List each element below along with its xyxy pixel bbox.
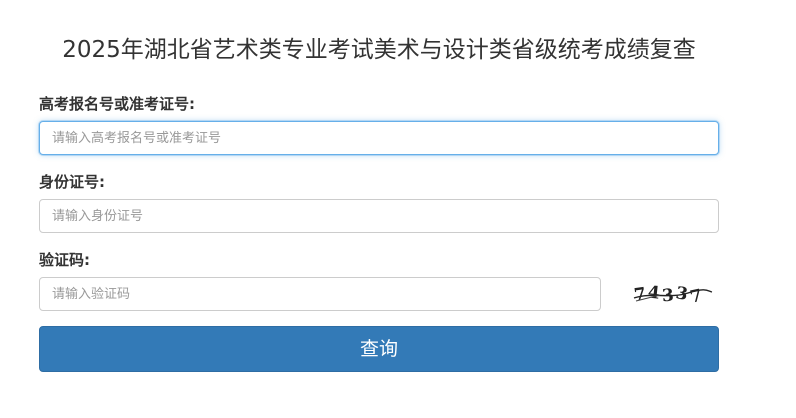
captcha-input[interactable] <box>39 277 601 311</box>
exam-id-label: 高考报名号或准考证号: <box>39 95 195 113</box>
score-review-page: 2025年湖北省艺术类专业考试美术与设计类省级统考成绩复查 高考报名号或准考证号… <box>0 0 796 418</box>
exam-id-input[interactable] <box>39 121 719 155</box>
id-card-label: 身份证号: <box>39 173 105 191</box>
captcha-label: 验证码: <box>39 251 90 269</box>
page-title: 2025年湖北省艺术类专业考试美术与设计类省级统考成绩复查 <box>62 37 696 63</box>
submit-button[interactable]: 查询 <box>39 326 719 372</box>
captcha-char: 4 <box>647 283 661 304</box>
id-card-input[interactable] <box>39 199 719 233</box>
captcha-char: 7 <box>633 284 648 305</box>
captcha-image[interactable]: 74337 <box>630 279 714 307</box>
captcha-char: 7 <box>688 286 704 307</box>
